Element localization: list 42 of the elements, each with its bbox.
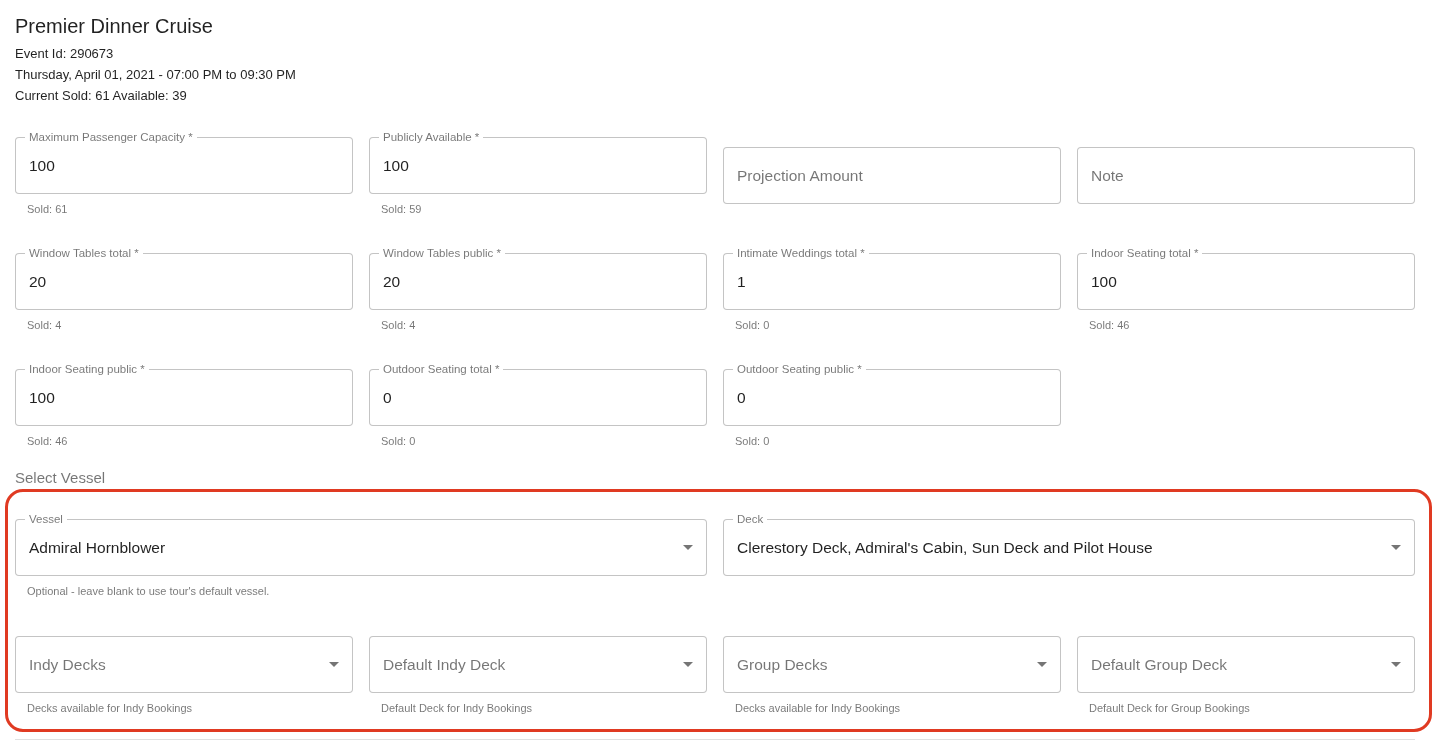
helper-text: Decks available for Indy Bookings (735, 701, 902, 715)
helper-text: Optional - leave blank to use tour's default vessel. (27, 584, 271, 598)
helper-text: Decks available for Indy Bookings (27, 701, 194, 715)
field-label: Maximum Passenger Capacity * (25, 130, 197, 144)
input-field[interactable]: Note (1077, 147, 1415, 204)
field-label: Window Tables public * (379, 246, 506, 260)
dropdown-caret-icon (1037, 662, 1047, 667)
field-label: Indoor Seating total * (1087, 246, 1203, 260)
dropdown-caret-icon (1391, 545, 1401, 550)
event-info: Event Id: 290673 (15, 45, 115, 63)
field-label: Vessel (25, 512, 67, 526)
select-field[interactable]: Group Decks (723, 636, 1061, 693)
select-field[interactable]: Default Indy Deck (369, 636, 707, 693)
select-field[interactable]: Default Group Deck (1077, 636, 1415, 693)
field-label: Intimate Weddings total * (733, 246, 869, 260)
field-label: Outdoor Seating public * (733, 362, 866, 376)
helper-text: Sold: 4 (27, 318, 63, 332)
helper-text: Default Deck for Group Bookings (1089, 701, 1251, 715)
event-info: Thursday, April 01, 2021 - 07:00 PM to 09:30 PM (15, 66, 297, 84)
helper-text: Sold: 46 (1089, 318, 1131, 332)
event-info: Current Sold: 61 Available: 39 (15, 87, 188, 105)
section-title: Select Vessel (15, 469, 107, 487)
dropdown-caret-icon (329, 662, 339, 667)
field-label: Deck (733, 512, 768, 526)
helper-text: Sold: 61 (27, 202, 69, 216)
dropdown-caret-icon (683, 545, 693, 550)
select-field[interactable]: Indy Decks (15, 636, 353, 693)
field-label: Publicly Available * (379, 130, 484, 144)
helper-text: Sold: 0 (735, 318, 771, 332)
input-field[interactable]: Projection Amount (723, 147, 1061, 204)
helper-text: Sold: 59 (381, 202, 423, 216)
field-label: Indoor Seating public * (25, 362, 149, 376)
helper-text: Sold: 46 (27, 434, 69, 448)
helper-text: Sold: 0 (735, 434, 771, 448)
dropdown-caret-icon (683, 662, 693, 667)
helper-text: Sold: 0 (381, 434, 417, 448)
helper-text: Sold: 4 (381, 318, 417, 332)
dropdown-caret-icon (1391, 662, 1401, 667)
field-label: Outdoor Seating total * (379, 362, 504, 376)
helper-text: Default Deck for Indy Bookings (381, 701, 534, 715)
page-title: Premier Dinner Cruise (15, 15, 214, 37)
field-label: Window Tables total * (25, 246, 143, 260)
